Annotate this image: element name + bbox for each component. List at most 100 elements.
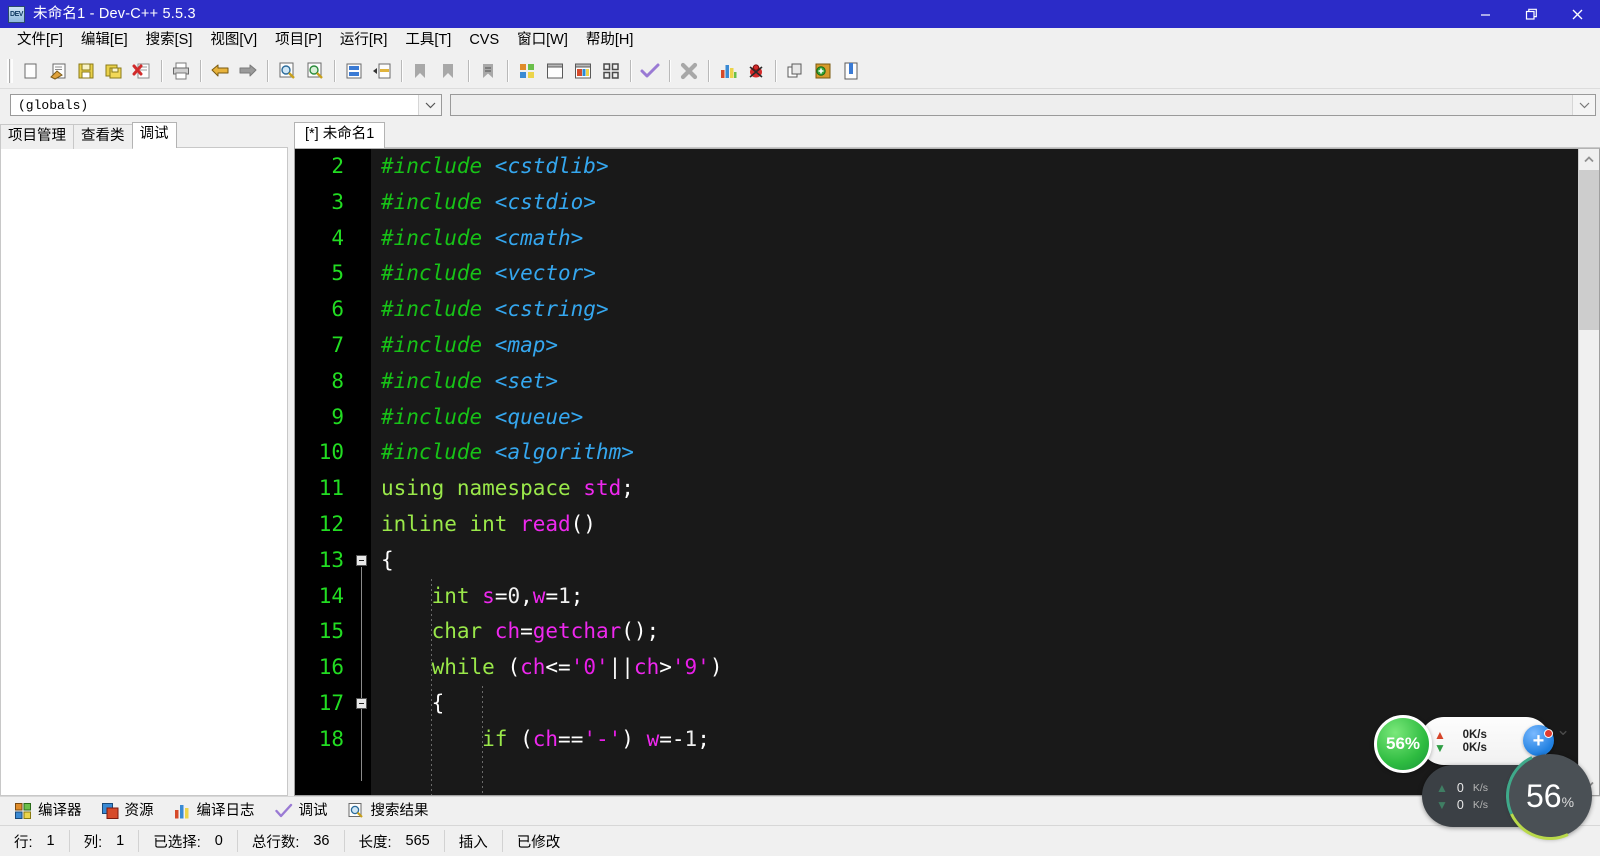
minimize-button[interactable] — [1462, 0, 1508, 28]
code-line[interactable]: { — [381, 543, 1578, 579]
code-line[interactable]: inline int read() — [381, 507, 1578, 543]
code-line[interactable]: while (ch<='0'||ch>'9') — [381, 650, 1578, 686]
code-line[interactable]: int s=0,w=1; — [381, 579, 1578, 615]
code-line[interactable]: #include <set> — [381, 364, 1578, 400]
stop-button[interactable] — [676, 58, 702, 84]
code-folding-bar[interactable] — [353, 149, 371, 795]
debug-button[interactable] — [743, 58, 769, 84]
code-editor[interactable]: 2 3 4 5 6 7 8 9 10 11 12 13 14 15 16 17 18 #include <cst… — [295, 149, 1578, 795]
open-file-button[interactable] — [45, 58, 71, 84]
code-line[interactable]: #include <cstring> — [381, 292, 1578, 328]
goto-function-button[interactable] — [369, 58, 395, 84]
code-line[interactable]: #include <map> — [381, 328, 1578, 364]
code-line[interactable]: #include <vector> — [381, 256, 1578, 292]
scope-combo[interactable]: (globals) — [10, 94, 442, 116]
bottom-tab-compile-log-label: 编译日志 — [196, 803, 255, 819]
scroll-track[interactable] — [1579, 170, 1599, 774]
menu-search[interactable]: 搜索[S] — [137, 29, 202, 52]
compile-run-button[interactable] — [570, 58, 596, 84]
menu-run[interactable]: 运行[R] — [331, 29, 397, 52]
code-line[interactable]: char ch=getchar(); — [381, 614, 1578, 650]
tab-debug[interactable]: 调试 — [131, 122, 177, 148]
editor-tab-untitled1[interactable]: [*] 未命名1 — [294, 122, 386, 148]
editor-vertical-scrollbar[interactable] — [1578, 149, 1599, 795]
menu-edit[interactable]: 编辑[E] — [72, 29, 137, 52]
bottom-tab-debug[interactable]: 调试 — [266, 799, 337, 823]
code-token: ch — [494, 619, 521, 644]
menu-tools[interactable]: 工具[T] — [396, 29, 460, 52]
bottom-tab-resources-label: 资源 — [124, 803, 154, 819]
replace-button[interactable] — [302, 58, 328, 84]
code-token: '9' — [671, 655, 710, 680]
next-bookmark-button[interactable] — [436, 58, 462, 84]
menu-help[interactable]: 帮助[H] — [577, 29, 643, 52]
toolbar-grip[interactable] — [7, 59, 13, 83]
code-line[interactable]: #include <algorithm> — [381, 435, 1578, 471]
symbol-combo[interactable] — [450, 94, 1596, 116]
status-length-value: 565 — [405, 833, 430, 849]
profile-button[interactable] — [715, 58, 741, 84]
scroll-up-button[interactable] — [1579, 149, 1599, 170]
bottom-tab-resources[interactable]: 资源 — [93, 799, 163, 823]
code-token: #include — [381, 440, 495, 465]
toggle-breakpoint-button[interactable] — [810, 58, 836, 84]
menu-view[interactable]: 视图[V] — [201, 29, 266, 52]
chevron-down-icon[interactable] — [1572, 95, 1595, 115]
save-all-button[interactable] — [101, 58, 127, 84]
status-col-value: 1 — [116, 833, 125, 849]
save-button[interactable] — [73, 58, 99, 84]
code-line[interactable]: #include <cstdlib> — [381, 149, 1578, 185]
goto-declaration-button[interactable] — [838, 58, 864, 84]
goto-line-button[interactable] — [341, 58, 367, 84]
prev-bookmark-button[interactable] — [408, 58, 434, 84]
code-token: '0' — [570, 655, 609, 680]
compile-button[interactable] — [514, 58, 540, 84]
fold-toggle-icon[interactable] — [356, 554, 367, 566]
bottom-tab-compiler[interactable]: 编译器 — [6, 799, 91, 823]
toolbar — [0, 54, 1600, 89]
code-line[interactable]: using namespace std; — [381, 471, 1578, 507]
syntax-check-button[interactable] — [637, 58, 663, 84]
toolbar-separator — [775, 60, 776, 82]
fold-toggle-icon[interactable] — [356, 697, 367, 709]
debug-panel[interactable] — [0, 148, 288, 796]
line-number: 2 — [331, 154, 344, 178]
code-line[interactable]: #include <cstdio> — [381, 185, 1578, 221]
code-token: <cmath> — [494, 225, 584, 250]
arrow-up-icon: ▲ — [1434, 727, 1446, 742]
toggle-bookmark-button[interactable] — [475, 58, 501, 84]
line-number: 9 — [331, 404, 344, 429]
tab-project-manager[interactable]: 项目管理 — [0, 124, 74, 149]
code-token: <= — [545, 655, 571, 680]
code-line[interactable]: #include <queue> — [381, 400, 1578, 436]
run-button[interactable] — [542, 58, 568, 84]
undo-button[interactable] — [207, 58, 233, 84]
redo-button[interactable] — [235, 58, 261, 84]
menu-window[interactable]: 窗口[W] — [508, 29, 577, 52]
restore-button[interactable] — [1508, 0, 1554, 28]
menu-file[interactable]: 文件[F] — [8, 29, 72, 52]
cpu-usage-gauge[interactable]: 56 % — [1493, 739, 1600, 853]
find-button[interactable] — [274, 58, 300, 84]
scroll-thumb[interactable] — [1579, 170, 1599, 330]
insert-snippet-button[interactable] — [782, 58, 808, 84]
left-tabs-filler — [175, 146, 288, 148]
chevron-down-icon[interactable] — [418, 95, 441, 115]
collapse-chevron-icon[interactable]: ⌄ — [1556, 720, 1570, 740]
new-file-button[interactable] — [17, 58, 43, 84]
bottom-tab-compile-log[interactable]: 编译日志 — [165, 799, 264, 823]
bottom-tab-search-results[interactable]: 搜索结果 — [339, 799, 438, 823]
menu-bar: 文件[F] 编辑[E] 搜索[S] 视图[V] 项目[P] 运行[R] 工具[T… — [0, 28, 1600, 54]
rebuild-all-button[interactable] — [598, 58, 624, 84]
close-file-button[interactable] — [129, 58, 155, 84]
close-button[interactable] — [1554, 0, 1600, 28]
code-text-area[interactable]: #include <cstdlib> #include <cstdio> #incl… — [371, 149, 1578, 795]
tab-class-browser[interactable]: 查看类 — [73, 124, 133, 149]
code-line[interactable]: #include <cmath> — [381, 221, 1578, 257]
menu-cvs[interactable]: CVS — [460, 29, 508, 52]
save-all-icon — [105, 64, 122, 79]
print-button[interactable] — [168, 58, 194, 84]
dark-upload-rate-unit: K/s — [1472, 781, 1489, 794]
menu-project[interactable]: 项目[P] — [266, 29, 331, 52]
